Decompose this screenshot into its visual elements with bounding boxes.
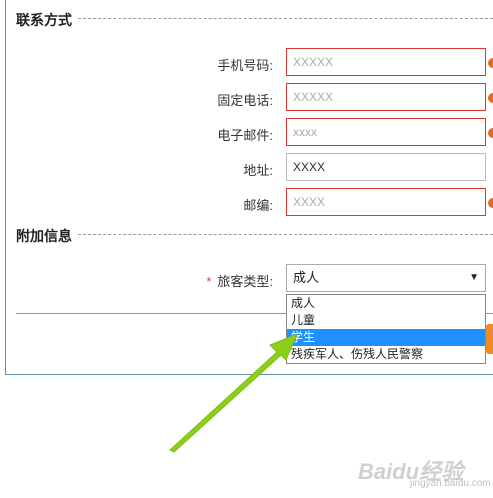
watermark-subtext: jingyan.baidu.com xyxy=(410,478,491,489)
watermark: Baidu经验 jingyan.baidu.com xyxy=(358,448,491,492)
annotation-arrow-icon xyxy=(169,333,298,453)
